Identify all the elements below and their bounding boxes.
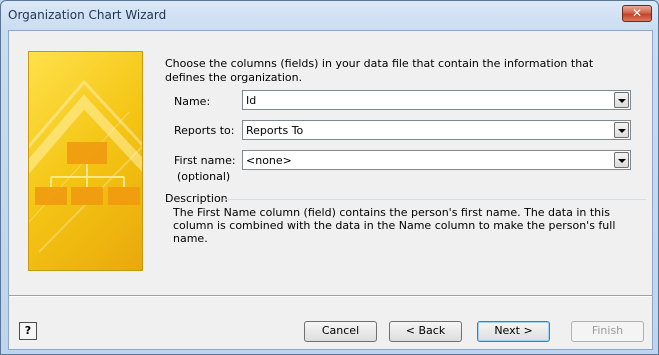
first-name-optional-label: (optional) <box>177 170 231 183</box>
dialog-client-area: Choose the columns (fields) in your data… <box>8 30 653 350</box>
name-combobox[interactable]: Id <box>242 90 631 110</box>
org-chart-art-icon <box>29 79 142 253</box>
name-label: Name: <box>174 95 211 108</box>
wizard-illustration <box>28 51 143 271</box>
first-name-combobox[interactable]: <none> <box>242 150 631 170</box>
instructions-text: Choose the columns (fields) in your data… <box>165 57 594 84</box>
close-button[interactable]: ✕ <box>622 5 652 22</box>
reports-to-combobox[interactable]: Reports To <box>242 120 631 140</box>
button-separator <box>9 295 652 297</box>
title-bar[interactable]: Organization Chart Wizard ✕ <box>1 1 658 30</box>
next-button[interactable]: Next > <box>477 321 550 342</box>
window-title: Organization Chart Wizard <box>8 8 167 22</box>
first-name-label: First name: <box>174 154 236 167</box>
description-heading: Description <box>165 192 228 205</box>
wizard-window: Organization Chart Wizard ✕ Choose the c… <box>0 0 659 355</box>
close-icon: ✕ <box>631 6 643 20</box>
chevron-down-icon[interactable] <box>614 92 629 108</box>
first-name-value: <none> <box>246 154 292 167</box>
name-value: Id <box>246 94 257 107</box>
reports-to-label: Reports to: <box>174 124 235 137</box>
cancel-button[interactable]: Cancel <box>304 321 377 342</box>
description-text: The First Name column (field) contains t… <box>173 206 616 245</box>
chevron-down-icon[interactable] <box>614 122 629 138</box>
help-icon: ? <box>24 324 32 337</box>
reports-to-value: Reports To <box>246 124 304 137</box>
description-divider <box>223 199 646 200</box>
finish-button[interactable]: Finish <box>571 321 644 342</box>
chevron-down-icon[interactable] <box>614 152 629 168</box>
back-button[interactable]: < Back <box>389 321 462 342</box>
help-button[interactable]: ? <box>19 322 37 340</box>
